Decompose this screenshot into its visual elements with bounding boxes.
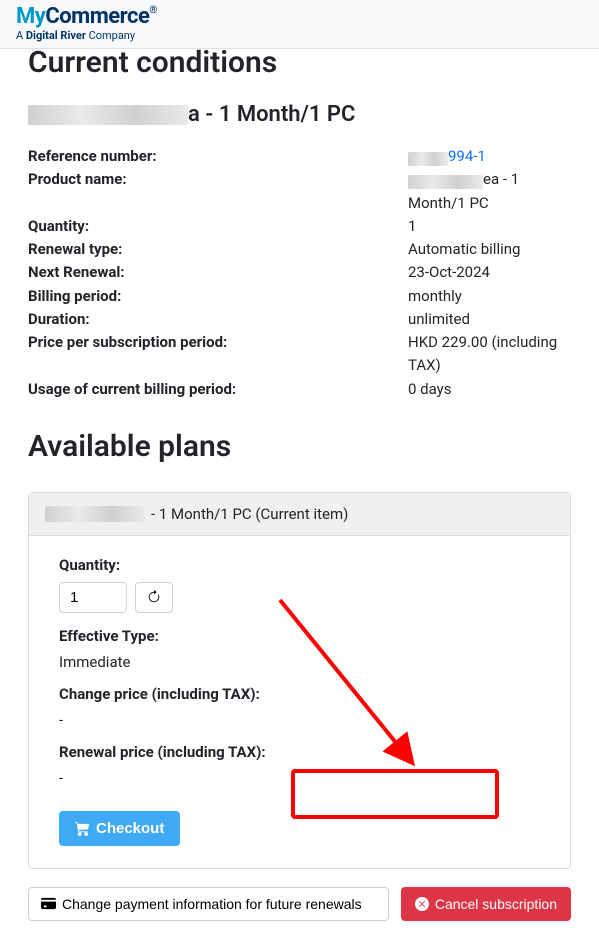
checkout-button[interactable]: Checkout xyxy=(59,811,180,846)
value-next-renewal: 23-Oct-2024 xyxy=(408,261,571,284)
product-title: a - 1 Month/1 PC xyxy=(28,102,571,127)
field-renewal-price: Renewal price (including TAX): - xyxy=(59,743,540,787)
effective-type-value: Immediate xyxy=(59,653,540,671)
value-usage: 0 days xyxy=(408,378,571,401)
plan-quantity-label: Quantity: xyxy=(59,556,540,574)
bottom-actions: Change payment information for future re… xyxy=(28,887,571,921)
value-reference-number[interactable]: 994-1 xyxy=(408,145,571,168)
label-reference-number: Reference number: xyxy=(28,145,408,168)
quantity-input[interactable] xyxy=(59,582,127,613)
label-quantity: Quantity: xyxy=(28,215,408,238)
renewal-price-value: - xyxy=(59,769,540,787)
logo-primary: MyCommerce® xyxy=(16,4,583,29)
row-renewal-type: Renewal type: Automatic billing xyxy=(28,238,571,261)
row-quantity: Quantity: 1 xyxy=(28,215,571,238)
cancel-icon xyxy=(415,897,429,911)
field-change-price: Change price (including TAX): - xyxy=(59,685,540,729)
brand-header: MyCommerce® A Digital River Company xyxy=(0,0,599,49)
row-reference-number: Reference number: 994-1 xyxy=(28,145,571,168)
cart-icon xyxy=(75,821,90,836)
redacted-plan-name xyxy=(45,506,145,522)
effective-type-label: Effective Type: xyxy=(59,627,540,645)
redacted-product-prefix xyxy=(408,175,483,189)
field-quantity: Quantity: xyxy=(59,556,540,613)
change-price-label: Change price (including TAX): xyxy=(59,685,540,703)
value-duration: unlimited xyxy=(408,308,571,331)
value-renewal-type: Automatic billing xyxy=(408,238,571,261)
renewal-price-label: Renewal price (including TAX): xyxy=(59,743,540,761)
plan-card-header: - 1 Month/1 PC (Current item) xyxy=(29,493,570,536)
refresh-quantity-button[interactable] xyxy=(135,582,173,613)
redacted-product-name xyxy=(28,105,188,125)
checkout-label: Checkout xyxy=(96,820,164,837)
logo-part-my: My xyxy=(16,4,45,29)
row-price-per-period: Price per subscription period: HKD 229.0… xyxy=(28,331,571,378)
label-renewal-type: Renewal type: xyxy=(28,238,408,261)
value-price-per-period: HKD 229.00 (including TAX) xyxy=(408,331,571,378)
plan-title-suffix: - 1 Month/1 PC (Current item) xyxy=(151,505,348,523)
change-payment-button[interactable]: Change payment information for future re… xyxy=(28,887,389,921)
plan-card: - 1 Month/1 PC (Current item) Quantity: … xyxy=(28,492,571,869)
credit-card-icon xyxy=(41,896,56,911)
cancel-label: Cancel subscription xyxy=(435,896,557,912)
logo-part-commerce: Commerce xyxy=(45,4,149,29)
subscription-details: Reference number: 994-1 Product name: ea… xyxy=(28,145,571,401)
logo-tagline: A Digital River Company xyxy=(16,29,583,42)
value-billing-period: monthly xyxy=(408,285,571,308)
available-plans-heading: Available plans xyxy=(28,429,571,464)
row-product-name: Product name: ea - 1 Month/1 PC xyxy=(28,168,571,215)
main-content: Current conditions a - 1 Month/1 PC Refe… xyxy=(0,45,599,941)
change-price-value: - xyxy=(59,711,540,729)
refresh-icon xyxy=(147,590,161,604)
label-duration: Duration: xyxy=(28,308,408,331)
redacted-reference-prefix xyxy=(408,152,448,166)
label-product-name: Product name: xyxy=(28,168,408,215)
label-usage: Usage of current billing period: xyxy=(28,378,408,401)
row-next-renewal: Next Renewal: 23-Oct-2024 xyxy=(28,261,571,284)
row-usage: Usage of current billing period: 0 days xyxy=(28,378,571,401)
row-duration: Duration: unlimited xyxy=(28,308,571,331)
cancel-subscription-button[interactable]: Cancel subscription xyxy=(401,887,571,921)
row-billing-period: Billing period: monthly xyxy=(28,285,571,308)
field-effective-type: Effective Type: Immediate xyxy=(59,627,540,671)
logo-registered-mark: ® xyxy=(149,5,156,16)
value-product-name: ea - 1 Month/1 PC xyxy=(408,168,571,215)
label-next-renewal: Next Renewal: xyxy=(28,261,408,284)
product-title-suffix: a - 1 Month/1 PC xyxy=(188,102,355,127)
change-payment-label: Change payment information for future re… xyxy=(62,896,362,912)
current-conditions-heading: Current conditions xyxy=(28,45,571,80)
label-price-per-period: Price per subscription period: xyxy=(28,331,408,378)
label-billing-period: Billing period: xyxy=(28,285,408,308)
value-quantity: 1 xyxy=(408,215,571,238)
plan-card-body: Quantity: Effective Type: Immediate Chan… xyxy=(29,536,570,868)
